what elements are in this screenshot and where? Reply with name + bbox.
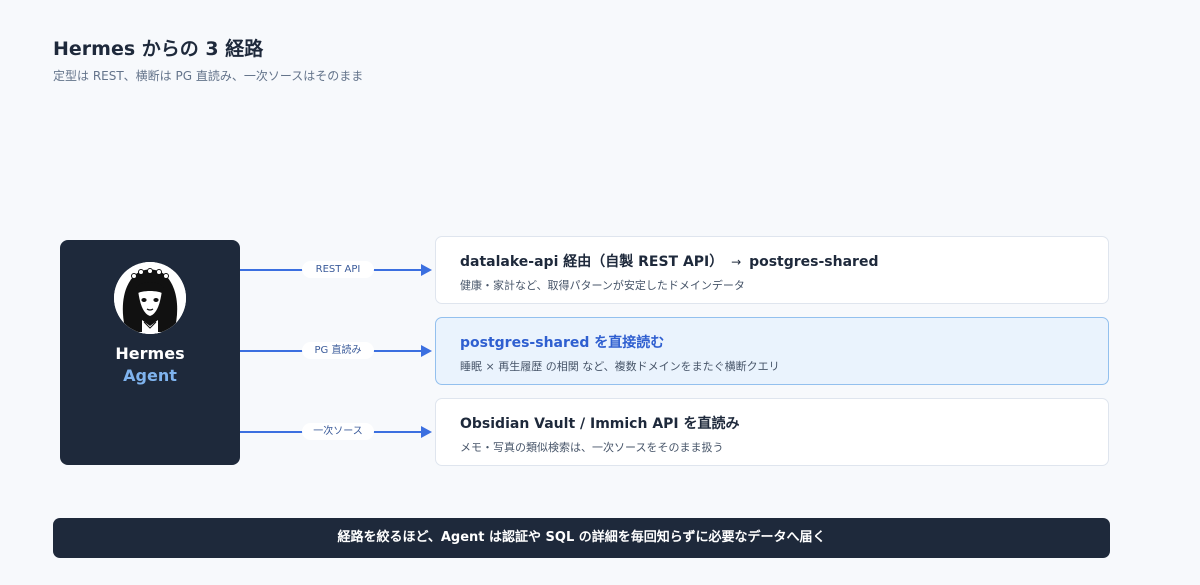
route-title: Obsidian Vault / Immich API を直読み (460, 416, 740, 432)
arrow-icon: → (731, 255, 742, 269)
arrow-right-icon (421, 345, 432, 357)
footer-banner: 経路を絞るほど、Agent は認証や SQL の詳細を毎回知らずに必要なデータへ… (53, 518, 1110, 558)
arrow-right-icon (421, 264, 432, 276)
agent-role: Agent (123, 366, 177, 385)
route-description: メモ・写真の類似検索は、一次ソースをそのまま扱う (460, 441, 724, 454)
route-title: postgres-shared を直接読む (460, 335, 665, 351)
arrow-right-icon (421, 426, 432, 438)
agent-card: Hermes Agent (60, 240, 240, 465)
connector-label-rest-api: REST API (302, 261, 374, 278)
route-title: datalake-api 経由（自製 REST API） → postgres-… (460, 251, 878, 271)
page-title: Hermes からの 3 経路 (53, 38, 264, 60)
route-description: 健康・家計など、取得パターンが安定したドメインデータ (460, 279, 745, 292)
route-title-main: datalake-api 経由（自製 REST API） (460, 254, 724, 270)
route-card-datalake-api: datalake-api 経由（自製 REST API） → postgres-… (435, 236, 1109, 304)
agent-avatar (114, 262, 186, 334)
connector-label-pg-direct: PG 直読み (302, 342, 374, 359)
connector-primary-source: 一次ソース (240, 422, 435, 442)
connector-pg-direct: PG 直読み (240, 341, 435, 361)
agent-name: Hermes (115, 344, 185, 363)
route-description: 睡眠 × 再生履歴 の相関 など、複数ドメインをまたぐ横断クエリ (460, 360, 780, 373)
page-subtitle: 定型は REST、横断は PG 直読み、一次ソースはそのまま (53, 69, 364, 83)
connector-rest-api: REST API (240, 260, 435, 280)
agent-portrait-icon (114, 262, 186, 334)
route-card-primary-source: Obsidian Vault / Immich API を直読み メモ・写真の類… (435, 398, 1109, 466)
route-title-end: postgres-shared (749, 254, 879, 270)
connector-label-primary-source: 一次ソース (302, 423, 374, 440)
route-card-postgres-direct: postgres-shared を直接読む 睡眠 × 再生履歴 の相関 など、複… (435, 317, 1109, 385)
